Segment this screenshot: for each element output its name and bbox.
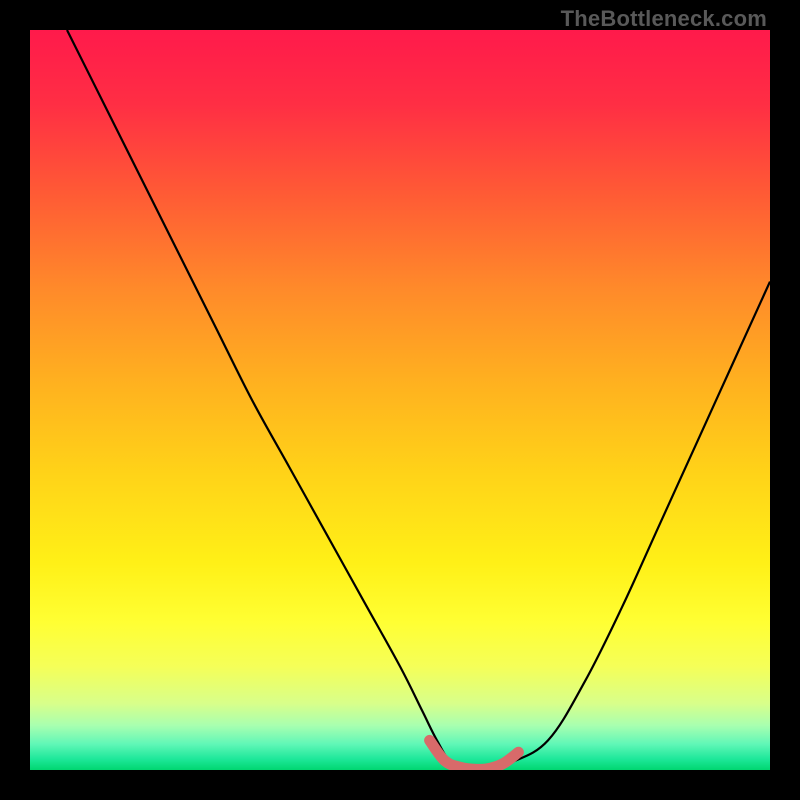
chart-frame: TheBottleneck.com xyxy=(0,0,800,800)
plot-area xyxy=(30,30,770,770)
watermark-text: TheBottleneck.com xyxy=(561,6,767,32)
bottleneck-curve xyxy=(67,30,770,770)
optimal-segment xyxy=(430,740,519,769)
curve-layer xyxy=(30,30,770,770)
